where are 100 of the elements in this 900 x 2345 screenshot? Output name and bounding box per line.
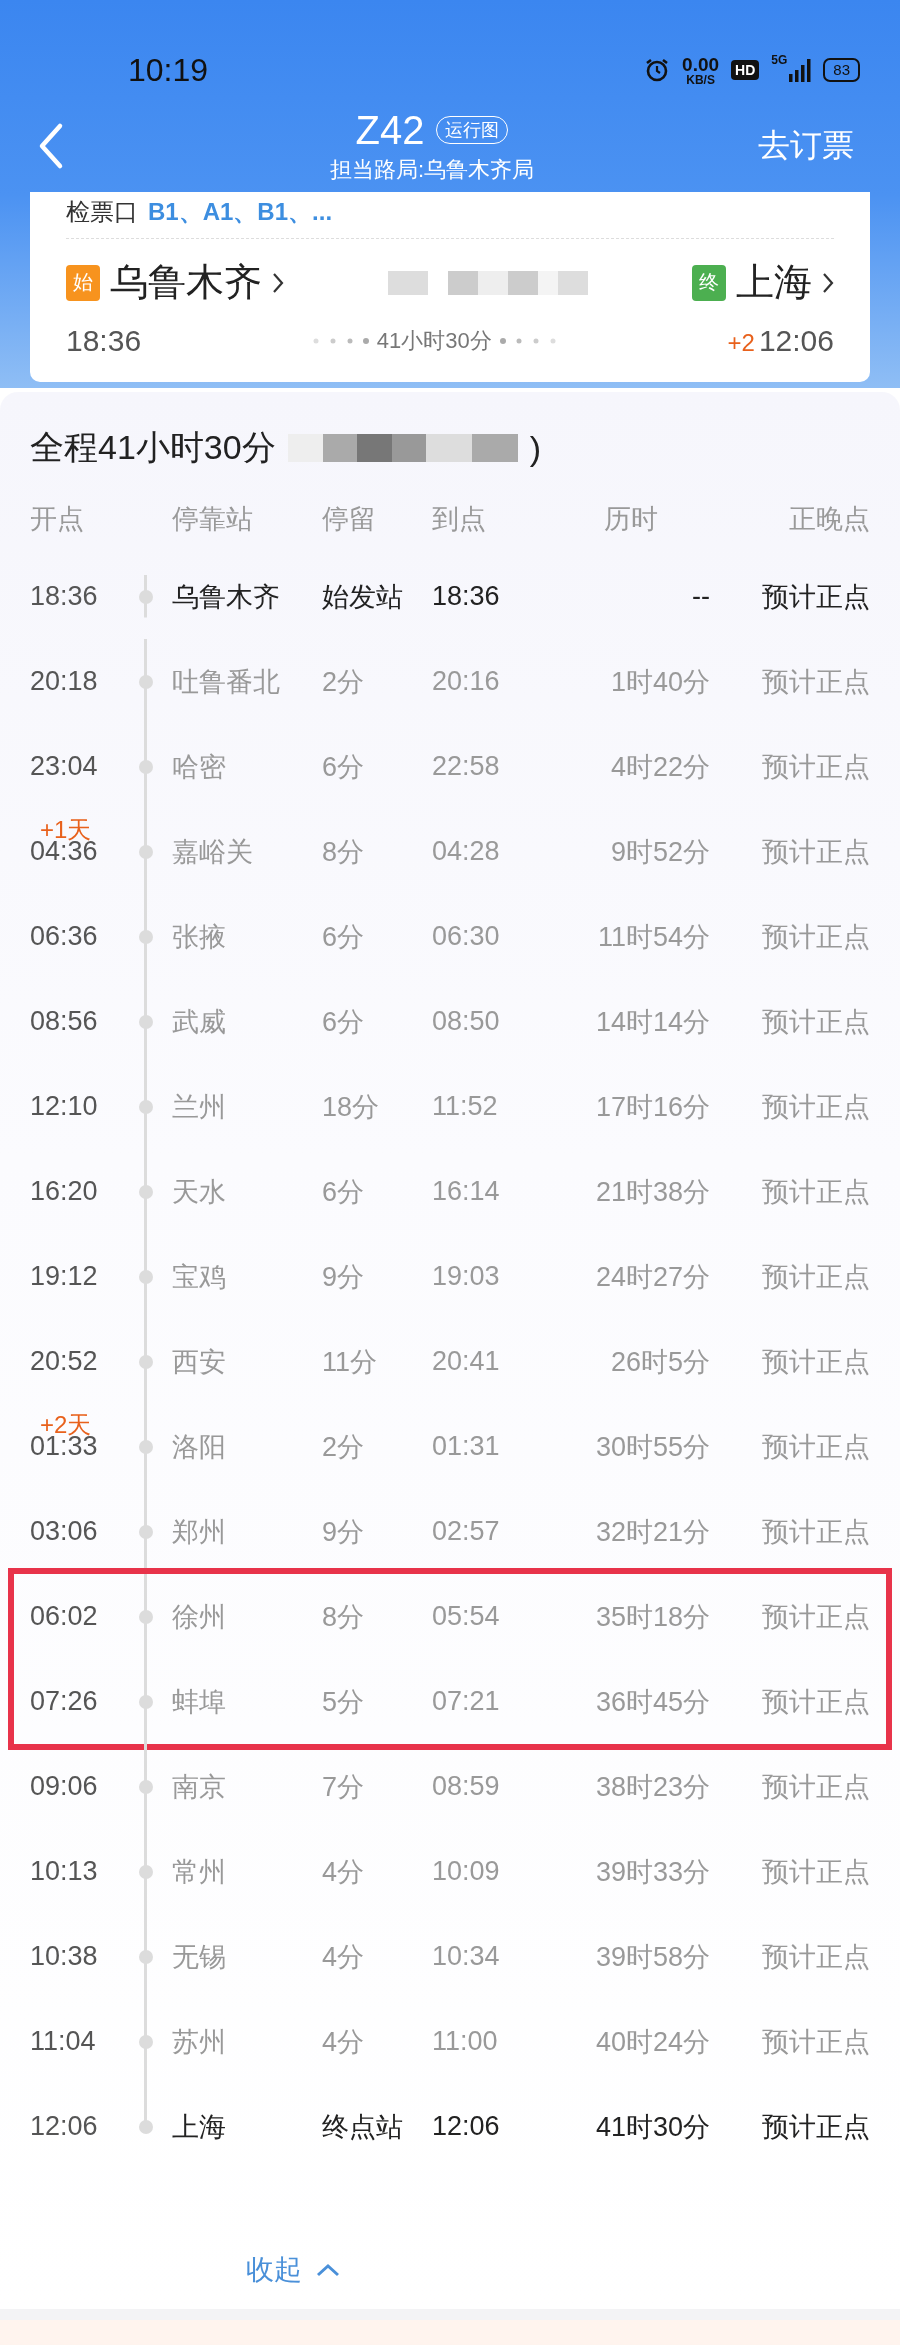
table-cell-text: 4分 xyxy=(322,1855,366,1889)
table-cell-text: 预计正点 xyxy=(761,1515,870,1549)
table-cell-text: -- xyxy=(691,581,710,612)
speed-unit: KB/S xyxy=(686,73,715,86)
table-cell-text: 预计正点 xyxy=(761,580,870,614)
chevron-up-icon xyxy=(316,2263,340,2277)
table-cell-text: 16:14 xyxy=(432,1176,501,1207)
timeline-dot xyxy=(138,2034,153,2049)
station-name: 上海 xyxy=(736,260,812,305)
timeline-dot xyxy=(138,1184,153,1199)
dotted-line-icon xyxy=(497,336,558,346)
table-cell-text: 22:58 xyxy=(432,751,501,782)
table-cell-text: 预计正点 xyxy=(761,835,870,869)
speed-text: 0.00 xyxy=(682,54,720,74)
table-cell-text: 11分 xyxy=(322,1345,379,1379)
network-label: 5G xyxy=(771,52,788,67)
timeline-dot xyxy=(138,1439,153,1454)
station-name: 乌鲁木齐 xyxy=(110,260,262,305)
table-cell: 20:18 xyxy=(30,666,98,697)
table-cell-text: 兰州 xyxy=(172,1090,227,1124)
table-cell-text: 预计正点 xyxy=(761,1430,870,1464)
column-header: 停靠站 xyxy=(172,503,254,536)
table-cell-text: 41时30分 xyxy=(594,2110,710,2144)
table-cell: 07:26 xyxy=(30,1686,98,1717)
table-cell-text: 张掖 xyxy=(172,920,227,954)
collapse-button[interactable]: 收起 xyxy=(240,2245,346,2295)
timeline-dot xyxy=(138,1099,153,1114)
table-cell-text: 始发站 xyxy=(322,580,404,614)
timeline-dot xyxy=(138,844,153,859)
table-cell-text: 17时16分 xyxy=(594,1090,710,1124)
table-cell: 12:10 xyxy=(30,1091,98,1122)
status-time: 10:19 xyxy=(128,51,209,89)
terminal-tag: 终 xyxy=(692,264,726,301)
table-cell-text: 10:34 xyxy=(432,1941,501,1972)
table-cell: 23:04 xyxy=(30,751,98,782)
table-cell-text: 04:28 xyxy=(432,836,501,867)
table-cell-text: 南京 xyxy=(172,1770,227,1804)
table-cell: 19:12 xyxy=(30,1261,98,1292)
table-cell-text: 7分 xyxy=(322,1770,366,1804)
title-bracket: ) xyxy=(529,428,541,468)
table-cell-text: 4分 xyxy=(322,2025,366,2059)
table-cell-text: 终点站 xyxy=(322,2110,404,2144)
column-header: 到点 xyxy=(432,503,487,536)
chevron-right-icon xyxy=(822,271,834,294)
timeline-dot xyxy=(138,1609,153,1624)
battery-level: 83 xyxy=(823,58,860,82)
table-cell-text: 20:41 xyxy=(432,1346,501,1377)
table-cell-text: 38时23分 xyxy=(594,1770,710,1804)
timeline-dot xyxy=(138,1949,153,1964)
column-header: 开点 xyxy=(30,503,85,536)
table-cell-text: 08:59 xyxy=(432,1771,501,1802)
table-cell-text: 18:36 xyxy=(432,581,501,612)
table-cell-text: 蚌埠 xyxy=(172,1685,227,1719)
table-cell-text: 西安 xyxy=(172,1345,227,1379)
table-cell-text: 19:03 xyxy=(432,1261,501,1292)
timeline-dot xyxy=(138,1354,153,1369)
origin-tag: 始 xyxy=(66,264,100,301)
table-cell-text: 预计正点 xyxy=(761,1005,870,1039)
table-cell-text: 11:00 xyxy=(432,2026,499,2057)
schedule-title: 全程41小时30分 xyxy=(30,427,276,468)
table-cell-text: 11:52 xyxy=(432,1091,499,1122)
table-cell-text: 预计正点 xyxy=(761,1685,870,1719)
table-cell-text: 6分 xyxy=(322,750,366,784)
table-cell-text: 24时27分 xyxy=(594,1260,710,1294)
table-cell-text: 预计正点 xyxy=(761,1175,870,1209)
table-cell-text: 36时45分 xyxy=(594,1685,710,1719)
column-header: 正晚点 xyxy=(788,503,870,536)
table-cell-text: 6分 xyxy=(322,920,366,954)
timeline-dot xyxy=(138,759,153,774)
table-cell-text: 35时18分 xyxy=(594,1600,710,1634)
table-cell-text: 30时55分 xyxy=(594,1430,710,1464)
table-cell-text: 武威 xyxy=(172,1005,227,1039)
table-cell-text: 05:54 xyxy=(432,1601,501,1632)
table-cell-text: 39时33分 xyxy=(594,1855,710,1889)
table-cell-text: 11时54分 xyxy=(596,920,710,954)
table-cell-text: 1时40分 xyxy=(609,665,710,699)
table-cell-text: 预计正点 xyxy=(761,1345,870,1379)
table-cell-text: 苏州 xyxy=(172,2025,227,2059)
timeline-dot xyxy=(138,674,153,689)
table-cell-text: 嘉峪关 xyxy=(172,835,254,869)
gate-label: 检票口 xyxy=(66,197,138,227)
arrive-time: 12:06 xyxy=(758,324,834,358)
table-cell: 08:56 xyxy=(30,1006,98,1037)
table-cell-text: 07:21 xyxy=(432,1686,501,1717)
table-cell: 11:04 xyxy=(30,2026,96,2057)
table-cell-text: 2分 xyxy=(322,665,366,699)
table-cell-text: 哈密 xyxy=(172,750,227,784)
chevron-right-icon xyxy=(272,271,284,294)
table-cell-text: 8分 xyxy=(322,835,366,869)
table-cell-text: 预计正点 xyxy=(761,1940,870,1974)
table-cell: 16:20 xyxy=(30,1176,98,1207)
table-cell-text: 预计正点 xyxy=(761,750,870,784)
table-cell-text: 18分 xyxy=(322,1090,381,1124)
bureau-text: 担当路局:乌鲁木齐局 xyxy=(329,155,535,184)
depart-time: 18:36 xyxy=(66,324,142,358)
timeline-dot xyxy=(138,2119,153,2134)
book-ticket-link[interactable]: 去订票 xyxy=(758,124,854,168)
table-cell-text: 12:06 xyxy=(432,2111,501,2142)
table-cell-text: 宝鸡 xyxy=(172,1260,227,1294)
table-cell-text: 4分 xyxy=(322,1940,366,1974)
